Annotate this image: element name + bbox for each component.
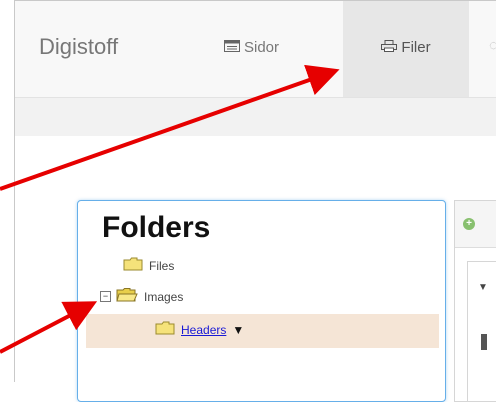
brand[interactable]: Digistoff — [39, 34, 118, 60]
nav-link-filer-label: Filer — [401, 39, 431, 56]
file-row-icon — [481, 334, 487, 350]
tree-item-images-label: Images — [144, 289, 184, 304]
tree-item-files[interactable]: Files — [123, 257, 174, 274]
navbar: Digistoff Sidor Filer ◌ — [15, 1, 496, 98]
expand-triangle-icon[interactable]: ▼ — [478, 282, 488, 293]
list-icon — [224, 39, 244, 56]
folder-icon — [155, 321, 175, 338]
dropdown-caret-icon[interactable]: ▼ — [232, 323, 244, 337]
files-panel-header: + — [455, 201, 496, 248]
tree-item-images[interactable]: − Images — [100, 288, 183, 305]
tree-item-files-label: Files — [149, 258, 175, 273]
folder-icon — [123, 257, 143, 274]
add-circle-icon[interactable]: + — [463, 218, 475, 230]
folder-open-icon — [116, 288, 138, 305]
nav-link-filer[interactable]: Filer — [343, 39, 469, 56]
toolbar-band — [15, 98, 496, 136]
nav-link-sidor[interactable]: Sidor — [224, 39, 279, 56]
tree-item-headers-link[interactable]: Headers — [181, 323, 226, 337]
printer-icon — [381, 39, 401, 56]
folders-title: Folders — [102, 211, 211, 244]
files-panel: + ▼ — [454, 200, 496, 402]
collapse-toggle-icon[interactable]: − — [100, 291, 111, 302]
selected-row-highlight — [86, 314, 439, 348]
tree-item-headers[interactable]: Headers ▼ — [155, 321, 244, 338]
nav-link-sidor-label: Sidor — [244, 39, 280, 56]
nav-overflow-icon[interactable]: ◌ — [489, 37, 496, 57]
folders-panel: Folders Files − Images Headers ▼ — [77, 200, 446, 402]
